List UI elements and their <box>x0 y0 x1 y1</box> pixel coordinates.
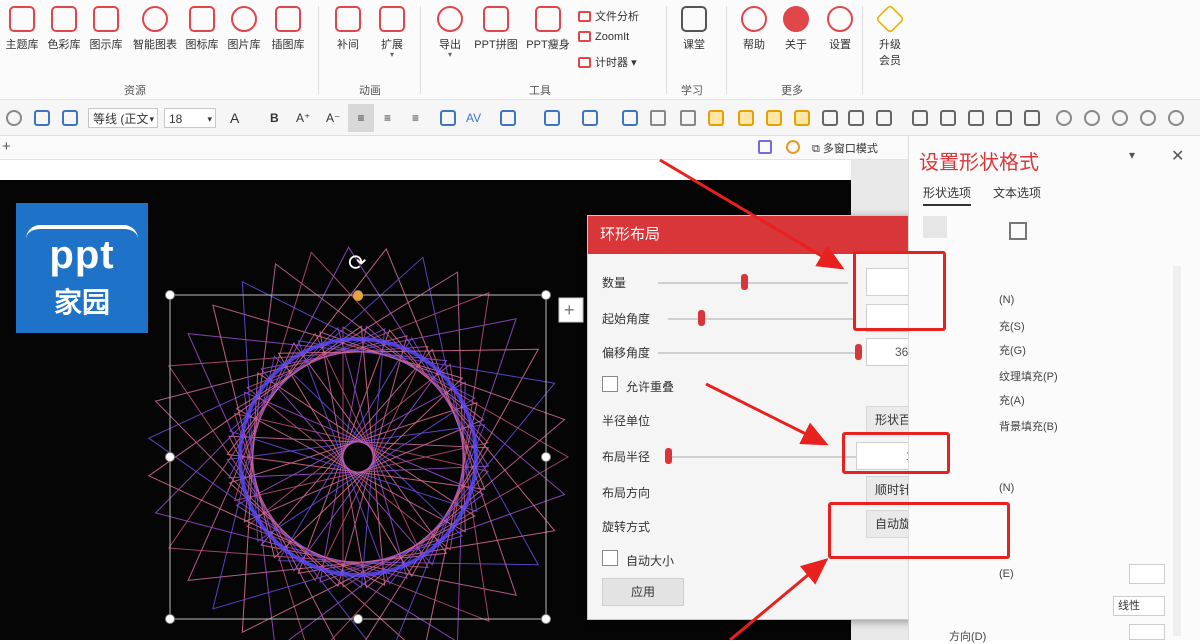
annotation-arrows <box>659 158 845 640</box>
arrow-to-radius <box>705 382 829 446</box>
arrow-to-count <box>659 158 845 270</box>
arrow-to-rotation <box>729 558 829 640</box>
